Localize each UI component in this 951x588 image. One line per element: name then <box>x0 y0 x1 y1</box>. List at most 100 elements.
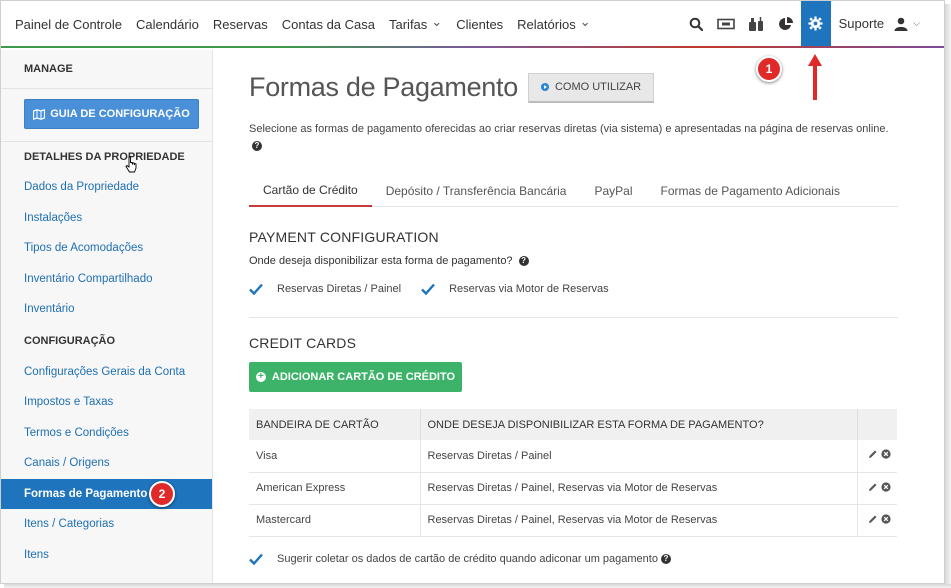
column-header-availability: ONDE DESEJA DISPONIBILIZAR ESTA FORMA DE… <box>420 409 858 440</box>
column-header-brand: BANDEIRA DE CARTÃO <box>249 409 421 440</box>
plus-icon: + <box>255 372 266 382</box>
page-title: Formas de Pagamento <box>249 72 518 102</box>
nav-item-painel-de-controle[interactable]: Painel de Controle <box>15 17 122 32</box>
setup-guide-button[interactable]: GUIA DE CONFIGURAÇÃO <box>24 99 199 129</box>
card-availability-cell: Reservas Diretas / Painel, Reservas via … <box>420 472 858 505</box>
how-to-use-label: COMO UTILIZAR <box>554 81 642 93</box>
search-icon[interactable] <box>681 1 711 46</box>
config-links: Configurações Gerais da Conta Impostos e … <box>1 357 212 571</box>
sidebar-item-termos-e-condicoes[interactable]: Termos e Condições <box>1 418 212 449</box>
suggest-collect-card-label: Sugerir coletar os dados de cartão de cr… <box>277 552 658 565</box>
help-icon[interactable]: ? <box>518 256 529 267</box>
nav-item-label: Painel de Controle <box>15 17 122 32</box>
chevron-down-icon: ⌵ <box>913 18 920 28</box>
payment-config-options: Reservas Diretas / Painel Reservas via Mo… <box>249 280 899 298</box>
checkmark-icon <box>421 283 436 295</box>
nav-menu: Painel de Controle Calendário Reservas Cont… <box>1 1 605 48</box>
chevron-down-icon: ⌄ <box>579 13 591 29</box>
annotation-badge-1: 1 <box>756 56 782 82</box>
delete-circle-x-icon[interactable] <box>881 513 891 527</box>
table-row: American Express Reservas Diretas / Paine… <box>249 472 897 505</box>
divider <box>249 317 898 318</box>
setup-guide-label: GUIA DE CONFIGURAÇÃO <box>50 108 190 120</box>
window-shadow <box>4 584 951 588</box>
annotation-badge-2: 2 <box>149 481 175 507</box>
sidebar-item-canais-origens[interactable]: Canais / Origens <box>1 448 212 479</box>
page-description: Selecione as formas de pagamento ofereci… <box>249 121 889 155</box>
help-icon[interactable]: ? <box>660 553 671 564</box>
payment-config-title: PAYMENT CONFIGURATION <box>249 229 439 245</box>
housekeeping-icon[interactable] <box>741 1 771 46</box>
option-label: Reservas via Motor de Reservas <box>449 283 609 295</box>
sidebar-item-formas-de-pagamento[interactable]: Formas de Pagamento <box>1 478 212 509</box>
option-reservas-via-motor-de-reservas[interactable]: Reservas via Motor de Reservas <box>421 283 609 295</box>
row-actions <box>857 440 897 473</box>
card-brand-cell: American Express <box>249 472 421 505</box>
credit-cards-table: BANDEIRA DE CARTÃO ONDE DESEJA DISPONIBI… <box>249 409 897 537</box>
delete-circle-x-icon[interactable] <box>881 481 891 495</box>
sidebar-item-instalacoes[interactable]: Instalações <box>1 203 212 234</box>
gear-icon[interactable] <box>800 1 831 46</box>
column-header-actions <box>857 409 897 440</box>
row-actions <box>857 472 897 505</box>
nav-item-relatorios[interactable]: Relatórios ⌄ <box>517 13 591 33</box>
sidebar-item-itens[interactable]: Itens <box>1 540 212 571</box>
tab-cartao-de-credito[interactable]: Cartão de Crédito <box>249 174 372 207</box>
user-menu[interactable]: ⌵ <box>894 17 920 31</box>
sidebar-item-inventario-compartilhado[interactable]: Inventário Compartilhado <box>1 264 212 295</box>
sidebar-item-inventario[interactable]: Inventário <box>1 294 212 325</box>
payment-config-question-text: Onde deseja disponibilizar esta forma de… <box>249 255 513 267</box>
add-credit-card-button[interactable]: + ADICIONAR CARTÃO DE CRÉDITO <box>249 362 462 392</box>
ticket-icon[interactable] <box>711 1 741 46</box>
property-links: Dados da Propriedade Instalações Tipos de … <box>1 172 212 325</box>
tab-paypal[interactable]: PayPal <box>580 174 646 207</box>
nav-toolbar: Suporte ⌵ <box>681 1 944 46</box>
nav-item-label: Calendário <box>135 17 199 32</box>
pie-chart-icon[interactable] <box>771 1 801 46</box>
edit-pencil-icon[interactable] <box>868 449 878 462</box>
sidebar-item-itens-categorias[interactable]: Itens / Categorias <box>1 509 212 540</box>
annotation-arrow-up <box>808 54 822 100</box>
nav-item-clientes[interactable]: Clientes <box>456 17 503 32</box>
nav-item-label: Contas da Casa <box>281 17 375 32</box>
support-link[interactable]: Suporte <box>839 16 885 31</box>
add-credit-card-label: ADICIONAR CARTÃO DE CRÉDITO <box>271 371 456 383</box>
sidebar-item-impostos-e-taxas[interactable]: Impostos e Taxas <box>1 387 212 418</box>
credit-cards-title: CREDIT CARDS <box>249 335 357 351</box>
card-brand-cell: Visa <box>249 440 421 473</box>
nav-item-label: Tarifas <box>389 17 428 32</box>
table-row: Visa Reservas Diretas / Painel <box>249 440 897 473</box>
app-window: Painel de Controle Calendário Reservas Cont… <box>0 0 945 584</box>
suggest-collect-card-option[interactable]: Sugerir coletar os dados de cartão de cr… <box>249 553 899 565</box>
how-to-use-button[interactable]: COMO UTILIZAR <box>527 72 655 103</box>
tab-deposito-transferencia-bancaria[interactable]: Depósito / Transferência Bancária <box>372 174 581 207</box>
nav-item-label: Relatórios <box>517 17 576 32</box>
chevron-down-icon: ⌄ <box>431 13 443 29</box>
map-icon <box>33 108 46 120</box>
nav-item-label: Reservas <box>212 17 268 32</box>
nav-item-contas-da-casa[interactable]: Contas da Casa <box>282 17 375 32</box>
edit-pencil-icon[interactable] <box>868 482 878 495</box>
option-label: Reservas Diretas / Painel <box>277 283 402 295</box>
checkmark-icon <box>249 553 263 565</box>
table-row: Mastercard Reservas Diretas / Painel, Res… <box>249 504 897 537</box>
payment-tabs: Cartão de Crédito Depósito / Transferênci… <box>249 174 898 207</box>
card-availability-cell: Reservas Diretas / Painel <box>420 440 858 473</box>
sidebar-item-tipos-de-acomodacoes[interactable]: Tipos de Acomodações <box>1 233 212 264</box>
nav-accent-bar <box>1 46 944 48</box>
card-availability-cell: Reservas Diretas / Painel, Reservas via … <box>420 504 858 537</box>
tab-formas-de-pagamento-adicionais[interactable]: Formas de Pagamento Adicionais <box>647 174 854 207</box>
sidebar-item-configuracoes-gerais-da-conta[interactable]: Configurações Gerais da Conta <box>1 357 212 388</box>
divider <box>1 88 212 89</box>
payment-config-question: Onde deseja disponibilizar esta forma de… <box>249 255 899 267</box>
nav-item-calendario[interactable]: Calendário <box>136 17 199 32</box>
delete-circle-x-icon[interactable] <box>881 449 891 462</box>
sidebar-section-config: CONFIGURAÇÃO <box>24 334 116 347</box>
sidebar-item-dados-da-propriedade[interactable]: Dados da Propriedade <box>1 172 212 203</box>
nav-item-tarifas[interactable]: Tarifas ⌄ <box>389 13 443 33</box>
sidebar-manage-heading: MANAGE <box>24 63 73 75</box>
nav-item-reservas[interactable]: Reservas <box>213 17 268 32</box>
option-reservas-diretas-painel[interactable]: Reservas Diretas / Painel <box>249 283 401 295</box>
help-icon[interactable]: ? <box>252 141 262 152</box>
edit-pencil-icon[interactable] <box>868 514 878 527</box>
